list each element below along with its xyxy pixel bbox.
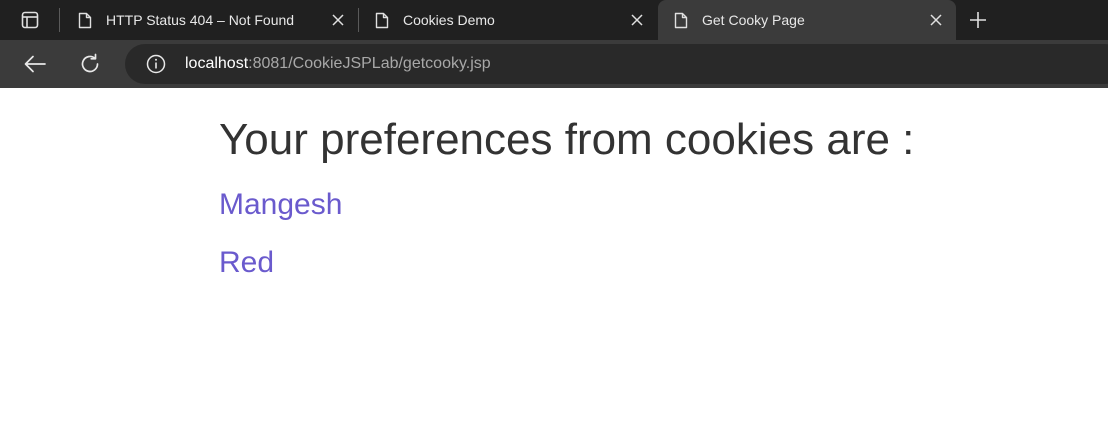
back-arrow-icon xyxy=(24,55,46,73)
back-button[interactable] xyxy=(19,48,51,80)
tab-title: Get Cooky Page xyxy=(702,12,805,28)
preference-name: Mangesh xyxy=(219,188,343,221)
navigation-toolbar: localhost:8081/CookieJSPLab/getcooky.jsp xyxy=(0,40,1108,88)
address-bar[interactable]: localhost:8081/CookieJSPLab/getcooky.jsp xyxy=(125,44,1108,84)
plus-icon xyxy=(970,12,986,28)
refresh-button[interactable] xyxy=(74,48,106,80)
refresh-icon xyxy=(81,53,99,73)
tab-actions-button[interactable] xyxy=(10,0,50,40)
new-tab-button[interactable] xyxy=(964,6,992,34)
url-path: :8081/CookieJSPLab/getcooky.jsp xyxy=(248,55,491,72)
tab-title: HTTP Status 404 – Not Found xyxy=(106,12,295,28)
tab-strip: HTTP Status 404 – Not Found Cookies Demo… xyxy=(0,0,1108,40)
page-icon xyxy=(373,11,391,29)
close-icon[interactable] xyxy=(326,8,350,32)
close-icon[interactable] xyxy=(924,8,948,32)
page-icon xyxy=(672,11,690,29)
page-icon xyxy=(76,11,94,29)
info-icon[interactable] xyxy=(145,53,167,75)
tab-http-status-404[interactable]: HTTP Status 404 – Not Found xyxy=(62,0,358,40)
page-content: Your preferences from cookies are : Mang… xyxy=(219,88,1108,429)
tab-separator xyxy=(59,8,60,32)
preference-color: Red xyxy=(219,246,275,279)
url-host: localhost xyxy=(185,55,249,72)
url-text[interactable]: localhost:8081/CookieJSPLab/getcooky.jsp xyxy=(185,55,491,73)
page-heading: Your preferences from cookies are : xyxy=(219,115,915,164)
tab-actions-icon xyxy=(21,11,39,29)
tab-get-cooky-page[interactable]: Get Cooky Page xyxy=(658,0,956,40)
tab-cookies-demo[interactable]: Cookies Demo xyxy=(359,0,657,40)
close-icon[interactable] xyxy=(625,8,649,32)
tab-title: Cookies Demo xyxy=(403,12,495,28)
